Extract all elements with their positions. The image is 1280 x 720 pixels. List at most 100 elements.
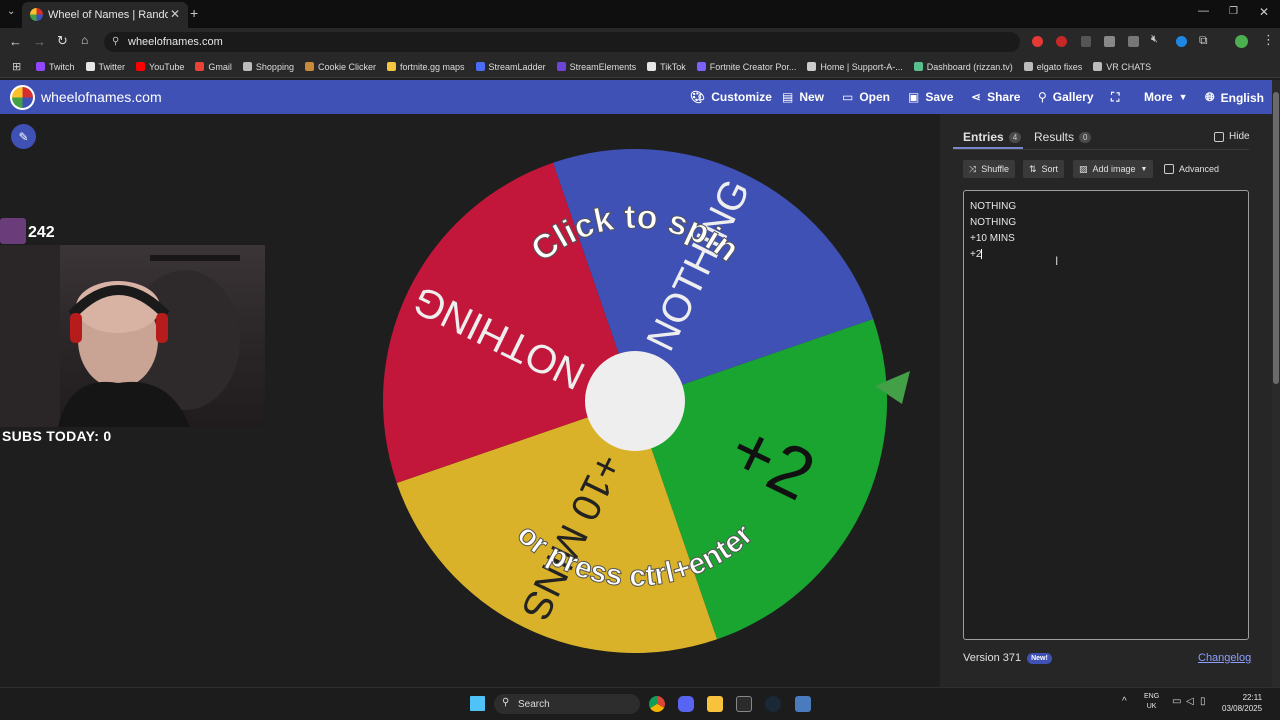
bookmark-item[interactable]: Fortnite Creator Por... [696, 62, 796, 72]
extension-icon[interactable] [1104, 36, 1115, 47]
bookmark-label: TikTok [660, 61, 686, 72]
site-navbar: wheelofnames.com 🎨︎ Customize ▤ New ▭ Open … [0, 80, 1272, 114]
chrome-icon[interactable] [649, 696, 665, 712]
language-indicator[interactable]: ENG UK [1144, 692, 1159, 712]
app-icon[interactable] [795, 696, 811, 712]
bookmark-item[interactable]: Dashboard (rizzan.tv) [913, 62, 1013, 72]
bookmark-favicon-icon [696, 62, 706, 71]
close-tab-icon[interactable]: ✕ [170, 7, 180, 21]
bookmark-item[interactable]: StreamLadder [475, 61, 546, 72]
extension-icon[interactable] [1128, 36, 1139, 47]
extension-icon[interactable] [1176, 36, 1187, 47]
battery-icon[interactable]: ▯ [1200, 696, 1206, 707]
bookmark-item[interactable]: StreamElements [556, 61, 637, 72]
home-icon[interactable]: ⌂ [81, 33, 88, 47]
minimize-icon[interactable]: — [1198, 5, 1209, 17]
site-name[interactable]: wheelofnames.com [41, 89, 162, 105]
apps-grid-icon[interactable]: ⊞ [12, 60, 21, 73]
new-tab-icon[interactable]: + [190, 5, 198, 21]
mute-icon[interactable]: 🔇︎ [1151, 33, 1158, 46]
extension-icon[interactable] [1032, 36, 1043, 47]
extension-icon[interactable] [1056, 36, 1067, 47]
address-bar[interactable]: ⚲ wheelofnames.com [104, 32, 1020, 52]
sort-button[interactable]: ⇅ Sort [1023, 160, 1065, 178]
epic-games-icon[interactable] [736, 696, 752, 712]
version-info: Version 371 New! [963, 652, 1052, 664]
bookmark-item[interactable]: Gmail [195, 62, 232, 72]
entries-textarea[interactable]: NOTHING NOTHING +10 MINS +2 I [963, 190, 1249, 640]
bookmark-favicon-icon [387, 62, 396, 71]
url-text: wheelofnames.com [128, 36, 223, 48]
changelog-link[interactable]: Changelog [1198, 652, 1251, 664]
tab-entries[interactable]: Entries 4 [963, 130, 1022, 144]
bookmark-item[interactable]: YouTube [136, 62, 184, 72]
new-button[interactable]: ▤ New [782, 90, 824, 104]
wheel-logo-icon[interactable] [10, 85, 35, 110]
extensions-puzzle-icon[interactable]: ⧉ [1199, 33, 1208, 48]
hide-checkbox[interactable]: Hide [1214, 131, 1250, 142]
bookmark-item[interactable]: Twitch [36, 62, 75, 72]
bookmark-item[interactable]: Home | Support-A-... [807, 62, 903, 72]
pencil-icon: ✎ [18, 129, 29, 144]
steam-icon[interactable] [765, 696, 781, 712]
reload-icon[interactable]: ↻ [57, 33, 68, 49]
discord-icon[interactable] [678, 696, 694, 712]
taskbar-search[interactable]: ⚲ Search [494, 694, 640, 714]
taskbar-clock[interactable]: 22:11 03/08/2025 [1222, 692, 1262, 714]
profile-avatar[interactable] [1235, 35, 1248, 48]
bookmark-label: StreamElements [569, 61, 637, 72]
customize-button[interactable]: 🎨︎ Customize [690, 90, 772, 104]
network-icon[interactable]: ▭ [1172, 696, 1181, 707]
save-button[interactable]: ▣ Save [908, 90, 953, 104]
bookmark-item[interactable]: VR CHATS [1093, 62, 1151, 72]
tab-results[interactable]: Results 0 [1034, 130, 1092, 144]
volume-icon[interactable]: ◁ [1186, 696, 1194, 707]
windows-taskbar [0, 687, 1280, 720]
site-info-icon[interactable]: ⚲ [112, 36, 119, 47]
fullscreen-button[interactable]: ⛶ [1111, 90, 1119, 105]
hide-checkbox-box[interactable] [1214, 131, 1224, 142]
scrollbar-thumb[interactable] [1273, 92, 1279, 384]
language-button[interactable]: 🌐︎ English [1205, 90, 1264, 105]
bookmark-favicon-icon [807, 62, 817, 71]
advanced-checkbox[interactable]: Advanced [1158, 160, 1225, 178]
bookmark-label: VR CHATS [1106, 61, 1152, 72]
back-icon[interactable]: ← [9, 34, 22, 49]
add-image-button[interactable]: ▨ Add image ▼ [1073, 160, 1154, 178]
chevron-down-icon: ▼ [1140, 165, 1148, 173]
edit-pencil-button[interactable]: ✎ [11, 124, 36, 149]
bookmark-item[interactable]: fortnite.gg maps [387, 62, 465, 72]
bookmark-item[interactable]: Shopping [242, 62, 294, 72]
close-window-icon[interactable]: ✕ [1259, 5, 1269, 19]
share-label: Share [987, 90, 1021, 104]
spin-wheel[interactable]: NOTHING+2+10 MINSNOTHING Click to spin o… [380, 146, 910, 656]
bookmark-item[interactable]: TikTok [647, 62, 686, 72]
wheel-center-hub[interactable] [585, 351, 685, 451]
subscriber-count: 242 [28, 224, 55, 241]
browser-tab[interactable]: Wheel of Names | Random nam ✕ [22, 2, 188, 28]
bookmark-label: StreamLadder [488, 61, 546, 72]
text-cursor-icon: I [1055, 254, 1059, 268]
folder-icon: ▭ [842, 90, 854, 104]
bookmark-item[interactable]: Twitter [85, 62, 125, 72]
gallery-button[interactable]: ⚲ Gallery [1038, 90, 1094, 104]
tab-search-icon[interactable]: ⌄ [7, 6, 15, 17]
bookmark-item[interactable]: elgato fixes [1023, 62, 1082, 72]
text-caret [981, 249, 983, 260]
bookmark-favicon-icon [85, 62, 95, 71]
shuffle-button[interactable]: ⤨ Shuffle [963, 160, 1016, 178]
start-windows-icon[interactable] [470, 696, 485, 711]
forward-icon[interactable]: → [33, 34, 46, 49]
advanced-checkbox-box[interactable] [1164, 164, 1174, 174]
share-button[interactable]: ⋖ Share [971, 90, 1020, 104]
extension-icon[interactable] [1081, 36, 1091, 47]
bookmark-favicon-icon [304, 62, 314, 71]
file-explorer-icon[interactable] [707, 696, 723, 712]
browser-menu-icon[interactable]: ⋮ [1262, 32, 1275, 48]
tray-chevron-icon[interactable]: ^ [1122, 696, 1127, 707]
restore-icon[interactable]: ❐ [1229, 6, 1238, 17]
more-button[interactable]: More ▼ [1144, 90, 1188, 104]
advanced-label: Advanced [1179, 164, 1220, 174]
open-button[interactable]: ▭ Open [842, 90, 890, 104]
bookmark-item[interactable]: Cookie Clicker [304, 62, 376, 72]
